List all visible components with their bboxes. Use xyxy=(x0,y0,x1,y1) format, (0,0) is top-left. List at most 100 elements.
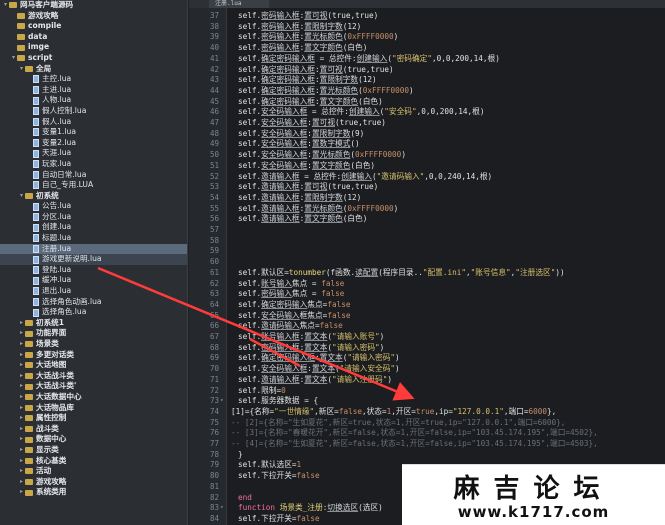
tree-file[interactable]: 选择角色.lua xyxy=(0,307,187,318)
tree-folder[interactable]: ▾ 全局 xyxy=(0,64,187,75)
tree-folder[interactable]: ▸ 多更对话类 xyxy=(0,350,187,361)
code-line[interactable]: 54 self.邀请输入框:置限制字数(12) xyxy=(189,193,665,204)
code-line[interactable]: 37 self.密码输入框:置可视(true,true) xyxy=(189,11,665,22)
tree-folder[interactable]: ▸ 大话地图 xyxy=(0,360,187,371)
tree-file[interactable]: 天涯.lua xyxy=(0,148,187,159)
tree-folder[interactable]: ▸ 核心基类 xyxy=(0,456,187,467)
code-line[interactable]: 39 self.密码输入框:置光标颜色(0xFFFF0000) xyxy=(189,32,665,43)
expand-arrow-icon[interactable]: ▸ xyxy=(18,381,25,392)
expand-arrow-icon[interactable]: ▸ xyxy=(18,403,25,414)
tree-folder[interactable]: ▸ 显示类 xyxy=(0,445,187,456)
tree-folder[interactable]: compile xyxy=(0,21,187,32)
tree-file[interactable]: 变量2.lua xyxy=(0,138,187,149)
code-line[interactable]: 60 xyxy=(189,257,665,268)
tree-file[interactable]: 标题.lua xyxy=(0,233,187,244)
tree-file[interactable]: 玩家.lua xyxy=(0,159,187,170)
tree-folder[interactable]: ▾ 网马客户端源码 xyxy=(0,0,187,11)
tree-file[interactable]: 自动日常.lua xyxy=(0,170,187,181)
expand-arrow-icon[interactable]: ▸ xyxy=(18,466,25,477)
code-line[interactable]: 49 self.安全码输入框:置数字模式() xyxy=(189,139,665,150)
fold-toggle-icon[interactable]: ▾ xyxy=(220,396,226,407)
tree-file[interactable]: 假人控制.lua xyxy=(0,106,187,117)
code-line[interactable]: 67 self.账号输入框:置文本("请输入账号") xyxy=(189,332,665,343)
code-line[interactable]: 42 self.确定密码输入框:置可视(true,true) xyxy=(189,65,665,76)
code-line[interactable]: 40 self.密码输入框:置文字颜色(白色) xyxy=(189,43,665,54)
tree-file[interactable]: 假人.lua xyxy=(0,117,187,128)
tree-folder[interactable]: ▸ 功能界面 xyxy=(0,328,187,339)
tree-file[interactable]: 自己_专用.LUA xyxy=(0,180,187,191)
tree-folder[interactable]: ▸ 初系统1 xyxy=(0,318,187,329)
expand-arrow-icon[interactable]: ▸ xyxy=(18,456,25,467)
expand-arrow-icon[interactable]: ▸ xyxy=(18,328,25,339)
code-line[interactable]: 56 self.邀请输入框:置文字颜色(白色) xyxy=(189,214,665,225)
code-line[interactable]: 64 self.确定密码输入焦点=false xyxy=(189,300,665,311)
tree-file[interactable]: 退出.lua xyxy=(0,286,187,297)
expand-arrow-icon[interactable]: ▸ xyxy=(18,318,25,329)
tree-file[interactable]: 选择角色动画.lua xyxy=(0,297,187,308)
code-line[interactable]: 58 xyxy=(189,236,665,247)
code-line[interactable]: 47 self.安全码输入框:置可视(true,true) xyxy=(189,118,665,129)
expand-arrow-icon[interactable]: ▸ xyxy=(18,371,25,382)
tree-folder[interactable]: ▾ script xyxy=(0,53,187,64)
code-line[interactable]: 44 self.确定密码输入框:置光标颜色(0xFFFF0000) xyxy=(189,86,665,97)
code-line[interactable]: 68 self.密码输入框:置文本("请输入密码") xyxy=(189,343,665,354)
tree-file[interactable]: 创建.lua xyxy=(0,222,187,233)
code-line[interactable]: 51 self.安全码输入框:置文字颜色(白色) xyxy=(189,161,665,172)
expand-arrow-icon[interactable]: ▸ xyxy=(18,434,25,445)
tree-folder[interactable]: ▸ 大话战斗类 xyxy=(0,371,187,382)
code-line[interactable]: 46 self.安全码输入框 = 总控件:创建输入("安全码",0,0,200,1… xyxy=(189,107,665,118)
tree-folder[interactable]: ▸ 活动 xyxy=(0,466,187,477)
tree-folder[interactable]: imge xyxy=(0,42,187,53)
tree-file[interactable]: 人物.lua xyxy=(0,95,187,106)
expand-arrow-icon[interactable]: ▸ xyxy=(18,360,25,371)
tree-file[interactable]: 主进.lua xyxy=(0,85,187,96)
expand-arrow-icon[interactable]: ▾ xyxy=(18,64,25,75)
tree-folder[interactable]: ▸ 系统类用 xyxy=(0,487,187,498)
tree-folder[interactable]: ▸ 属性控制 xyxy=(0,413,187,424)
tree-folder[interactable]: 游戏攻略 xyxy=(0,11,187,22)
expand-arrow-icon[interactable]: ▸ xyxy=(18,392,25,403)
code-line[interactable]: 70 self.安全码输入框:置文本("请输入安全码") xyxy=(189,364,665,375)
code-line[interactable]: 75 -- [2]={名称="生如夏花",新区=true,状态=1,开区=true… xyxy=(189,418,665,429)
tree-folder[interactable]: ▸ 大话物品库 xyxy=(0,403,187,414)
code-line[interactable]: 76 -- [3]={名称="春暖花开",新区=false,状态=1,开区=fal… xyxy=(189,428,665,439)
tree-folder[interactable]: ▸ 大话战斗类' xyxy=(0,381,187,392)
tree-folder[interactable]: ▸ 战斗类 xyxy=(0,424,187,435)
code-line[interactable]: 66 self.邀请码输入焦点=false xyxy=(189,321,665,332)
fold-toggle-icon[interactable]: ▾ xyxy=(220,503,226,514)
code-line[interactable]: 63 self.密码输入焦点 = false xyxy=(189,289,665,300)
tree-file[interactable]: 登陆.lua xyxy=(0,265,187,276)
expand-arrow-icon[interactable]: ▾ xyxy=(2,0,9,11)
expand-arrow-icon[interactable]: ▸ xyxy=(18,350,25,361)
code-line[interactable]: 43 self.确定密码输入框:置限制字数(12) xyxy=(189,75,665,86)
tree-file[interactable]: 注册.lua xyxy=(0,243,187,255)
expand-arrow-icon[interactable]: ▸ xyxy=(18,413,25,424)
code-line[interactable]: 45 self.确定密码输入框:置文字颜色(白色) xyxy=(189,97,665,108)
tree-folder[interactable]: data xyxy=(0,32,187,43)
tree-folder[interactable]: ▸ 场景类 xyxy=(0,339,187,350)
code-line[interactable]: 77 -- [4]={名称="生如夏花",新区=false,状态=1,开区=fal… xyxy=(189,439,665,450)
code-line[interactable]: 69 self.确定密码输入框:置文本("请输入密码") xyxy=(189,353,665,364)
expand-arrow-icon[interactable]: ▾ xyxy=(18,191,25,202)
code-line[interactable]: 71 self.邀请输入框:置文本("请输入注册码") xyxy=(189,375,665,386)
code-line[interactable]: 72 self.限制=0 xyxy=(189,386,665,397)
expand-arrow-icon[interactable]: ▸ xyxy=(18,339,25,350)
code-line[interactable]: 41 self.确定密码输入框 = 总控件:创建输入("密码确定",0,0,200… xyxy=(189,54,665,65)
tree-file[interactable]: 主控.lua xyxy=(0,74,187,85)
tree-file[interactable]: 变量1.lua xyxy=(0,127,187,138)
expand-arrow-icon[interactable]: ▾ xyxy=(10,53,17,64)
tree-file[interactable]: 公告.lua xyxy=(0,201,187,212)
tree-folder[interactable]: ▸ 游戏攻略 xyxy=(0,477,187,488)
code-line[interactable]: 62 self.账号输入焦点 = false xyxy=(189,279,665,290)
expand-arrow-icon[interactable]: ▸ xyxy=(18,487,25,498)
tree-folder[interactable]: ▸ 大话数据中心 xyxy=(0,392,187,403)
tree-file[interactable]: 缓冲.lua xyxy=(0,275,187,286)
code-editor[interactable]: 37 self.密码输入框:置可视(true,true) 38 self.密码输入框:… xyxy=(189,8,665,525)
expand-arrow-icon[interactable]: ▸ xyxy=(18,445,25,456)
code-line[interactable]: 65 self.安全码输入框焦点=false xyxy=(189,311,665,322)
code-line[interactable]: 57 xyxy=(189,225,665,236)
code-line[interactable]: 38 self.密码输入框:置限制字数(12) xyxy=(189,22,665,33)
expand-arrow-icon[interactable]: ▸ xyxy=(18,424,25,435)
code-line[interactable]: 53 self.邀请输入框:置可视(true,true) xyxy=(189,182,665,193)
code-line[interactable]: 73 ▾ self.服务器数据 = { xyxy=(189,396,665,407)
